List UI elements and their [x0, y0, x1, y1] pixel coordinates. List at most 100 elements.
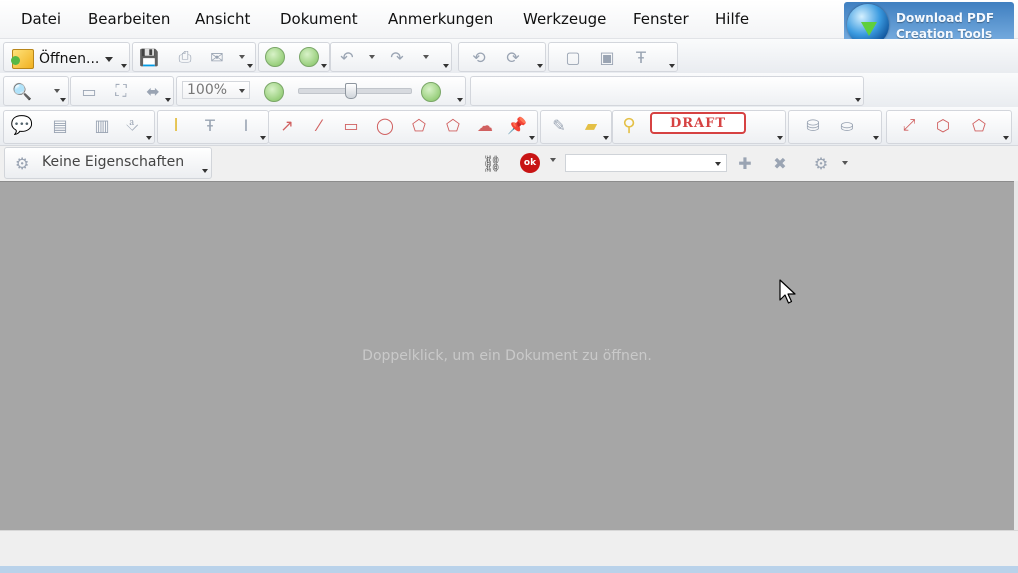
open-document-hint: Doppelklick, um ein Dokument zu öffnen.	[362, 348, 652, 364]
toolbar-group-rotate: ⟲ ⟳	[458, 42, 546, 72]
document-workspace[interactable]: Doppelklick, um ein Dokument zu öffnen.	[0, 181, 1014, 530]
toolbar-group-notes: 💬 ▤ ▥ ⎀	[3, 110, 155, 144]
menu-dokument[interactable]: Dokument	[280, 10, 358, 28]
toolbar-group-open: Öffnen...	[3, 42, 130, 72]
rectangle-icon[interactable]: ▭	[339, 115, 363, 135]
chevron-down-icon	[715, 162, 721, 166]
undo-icon[interactable]: ↶	[335, 47, 359, 67]
underline-icon[interactable]: I	[234, 115, 258, 135]
polygon-line-icon[interactable]: ⬠	[407, 115, 431, 135]
menu-fenster[interactable]: Fenster	[633, 10, 689, 28]
actual-size-icon[interactable]: ▭	[77, 81, 101, 101]
toolbar-group-shapes: ↗ ⁄ ▭ ◯ ⬠ ⬠ ☁ 📌	[268, 110, 538, 144]
zoom-icon[interactable]: 🔍	[10, 81, 34, 101]
open-button[interactable]: Öffnen...	[11, 48, 130, 70]
snapshot-icon[interactable]: ▣	[595, 47, 619, 67]
stamp-select-field[interactable]	[565, 154, 727, 172]
rotate-left-icon[interactable]: ⟲	[467, 47, 491, 67]
pin-icon[interactable]: 📌	[505, 115, 529, 135]
arrow-icon[interactable]: ↗	[275, 115, 299, 135]
properties-icon: ⚙	[15, 154, 30, 173]
page-icon[interactable]: ▢	[561, 47, 585, 67]
open-folder-icon	[11, 49, 34, 69]
window-bottom-border	[0, 566, 1018, 573]
fit-page-icon[interactable]: ⛶	[109, 81, 133, 101]
toolbar-group-zoom-tool: 🔍	[3, 76, 69, 106]
callout-icon[interactable]: ▥	[90, 115, 114, 135]
attach-sound-icon[interactable]: ⛀	[835, 115, 859, 135]
pencil-icon[interactable]: ✎	[547, 115, 571, 135]
fit-width-icon[interactable]: ⬌	[141, 81, 165, 101]
menu-bearbeiten[interactable]: Bearbeiten	[88, 10, 170, 28]
textbox-icon[interactable]: ▤	[48, 115, 72, 135]
rotate-right-icon[interactable]: ⟳	[501, 47, 525, 67]
mouse-cursor-icon	[779, 279, 796, 304]
highlight-icon[interactable]: I	[164, 115, 188, 136]
strikethrough-icon[interactable]: Ŧ	[198, 115, 222, 135]
link-icon[interactable]: ⛓	[480, 153, 504, 173]
toolbar-group-undo: ↶ ↷	[330, 42, 452, 72]
zoom-level-field[interactable]: 100%	[182, 81, 250, 99]
text-select-icon[interactable]: Ŧ	[629, 47, 653, 67]
promo-line-1: Download PDF	[896, 11, 995, 25]
ellipse-icon[interactable]: ◯	[373, 115, 397, 135]
chevron-down-icon[interactable]	[369, 55, 375, 59]
attach-file-icon[interactable]: ⛁	[801, 115, 825, 135]
zoom-out-icon[interactable]	[264, 82, 284, 102]
workspace-edge	[1014, 181, 1018, 530]
area-icon[interactable]: ⬠	[967, 115, 991, 135]
properties-label: Keine Eigenschaften	[42, 154, 185, 170]
toolbar-group-pencil: ✎ ▰	[540, 110, 612, 144]
polygon-icon[interactable]: ⬠	[441, 115, 465, 135]
chevron-down-icon[interactable]	[423, 55, 429, 59]
chevron-down-icon[interactable]	[54, 89, 60, 93]
email-icon[interactable]: ✉	[205, 47, 229, 67]
zoom-level-value: 100%	[187, 82, 228, 98]
eraser-icon[interactable]: ▰	[579, 115, 603, 135]
toolbar-view: 🔍 ▭ ⛶ ⬌ 100% ⛓ ok ✚ ✖ ⚙	[0, 73, 1018, 173]
toolbar-group-nav	[258, 42, 330, 72]
typewriter-icon[interactable]: ⎀	[120, 115, 144, 135]
menu-anmerkungen[interactable]: Anmerkungen	[388, 10, 493, 28]
note-icon[interactable]: 💬	[10, 115, 34, 136]
toolbar-group-save-print: 💾 ⎙ ✉	[132, 42, 256, 72]
chevron-down-icon	[105, 56, 114, 62]
zoom-in-icon[interactable]	[421, 82, 441, 102]
stamp-tool-icon[interactable]: ok	[520, 153, 540, 173]
chevron-down-icon[interactable]	[202, 169, 208, 173]
toolbar-file: Öffnen... 💾 ⎙ ✉ ↶ ↷ ⟲ ⟳ ▢ ▣ Ŧ	[0, 39, 1018, 74]
toolbar-group-measure: ⤢ ⬡ ⬠	[886, 110, 1012, 144]
back-icon[interactable]	[265, 47, 285, 67]
toolbar-group-fit: ▭ ⛶ ⬌	[70, 76, 174, 106]
menu-ansicht[interactable]: Ansicht	[195, 10, 250, 28]
draft-stamp-button[interactable]: DRAFT	[650, 112, 746, 134]
redo-icon[interactable]: ↷	[385, 47, 409, 67]
zoom-slider-thumb[interactable]	[345, 83, 357, 99]
cloud-icon[interactable]: ☁	[473, 115, 497, 135]
toolbar-group-link-stamp	[470, 76, 864, 106]
toolbar-group-text-markup: I Ŧ I	[157, 110, 269, 144]
distance-icon[interactable]: ⤢	[897, 115, 921, 135]
properties-toolbar[interactable]: ⚙ Keine Eigenschaften	[4, 147, 212, 179]
save-icon[interactable]: 💾	[137, 47, 161, 67]
line-icon[interactable]: ⁄	[307, 115, 331, 135]
toolbar-group-attachments: ⛁ ⛀	[788, 110, 882, 144]
toolbar-group-page-tools: ▢ ▣ Ŧ	[548, 42, 678, 72]
menu-werkzeuge[interactable]: Werkzeuge	[523, 10, 606, 28]
toolbar-annotations: 💬 ▤ ▥ ⎀ I Ŧ I ↗ ⁄ ▭ ◯ ⬠ ⬠ ☁ 📌 ✎ ▰ ⚲ DRAF…	[0, 107, 1018, 235]
add-stamp-icon[interactable]: ✚	[733, 153, 757, 173]
stamp-icon[interactable]: ⚲	[617, 115, 641, 136]
menu-datei[interactable]: Datei	[21, 10, 61, 28]
chevron-down-icon	[239, 89, 245, 93]
forward-icon[interactable]	[299, 47, 319, 67]
chevron-down-icon[interactable]	[842, 161, 848, 165]
zoom-slider[interactable]	[298, 83, 412, 99]
status-bar	[0, 530, 1018, 567]
print-icon[interactable]: ⎙	[173, 47, 197, 67]
chevron-down-icon[interactable]	[239, 55, 245, 59]
menu-hilfe[interactable]: Hilfe	[715, 10, 749, 28]
settings-icon[interactable]: ⚙	[809, 153, 833, 173]
remove-stamp-icon[interactable]: ✖	[768, 153, 792, 173]
perimeter-icon[interactable]: ⬡	[931, 115, 955, 135]
chevron-down-icon[interactable]	[550, 158, 556, 162]
